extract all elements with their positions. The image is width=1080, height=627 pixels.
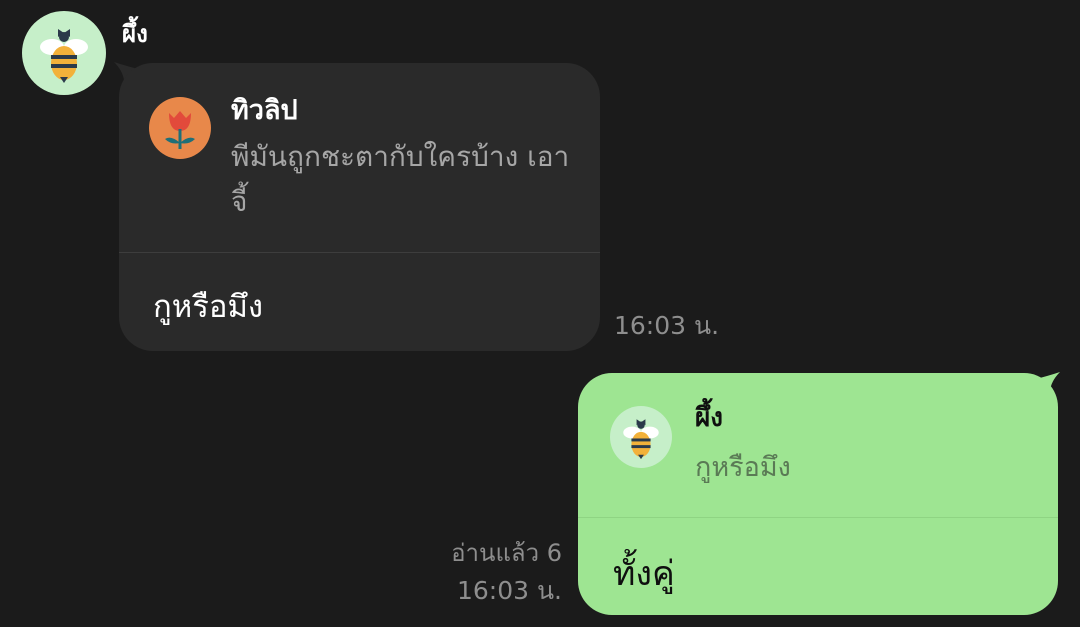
read-receipt: อ่านแล้ว 6 <box>451 539 562 567</box>
quoted-avatar <box>610 406 672 468</box>
message-timestamp: 16:03 น. <box>456 576 562 605</box>
quoted-text: พีมันถูกชะตากับใครบ้าง เอาจี้ <box>231 140 570 218</box>
quoted-sender-name: ผึ้ง <box>695 403 723 433</box>
tulip-icon <box>149 97 211 159</box>
bee-icon <box>610 406 672 468</box>
sender-name: ผึ้ง <box>122 20 148 48</box>
incoming-message-bubble[interactable]: ทิวลิป พีมันถูกชะตากับใครบ้าง เอาจี้ กูห… <box>119 63 600 351</box>
bee-icon <box>22 11 106 95</box>
quoted-message[interactable]: ทิวลิป พีมันถูกชะตากับใครบ้าง เอาจี้ <box>119 63 600 252</box>
sender-avatar[interactable] <box>22 11 106 95</box>
message-text: กูหรือมึง <box>153 289 264 325</box>
message-text: ทั้งคู่ <box>613 554 675 594</box>
quoted-sender-name: ทิวลิป <box>231 95 298 126</box>
outgoing-message-bubble[interactable]: ผึ้ง กูหรือมึง ทั้งคู่ <box>578 373 1058 615</box>
message-timestamp: 16:03 น. <box>614 311 720 340</box>
divider <box>119 252 600 253</box>
quoted-text: กูหรือมึง <box>695 452 791 483</box>
quoted-avatar <box>149 97 211 159</box>
divider <box>578 517 1058 518</box>
